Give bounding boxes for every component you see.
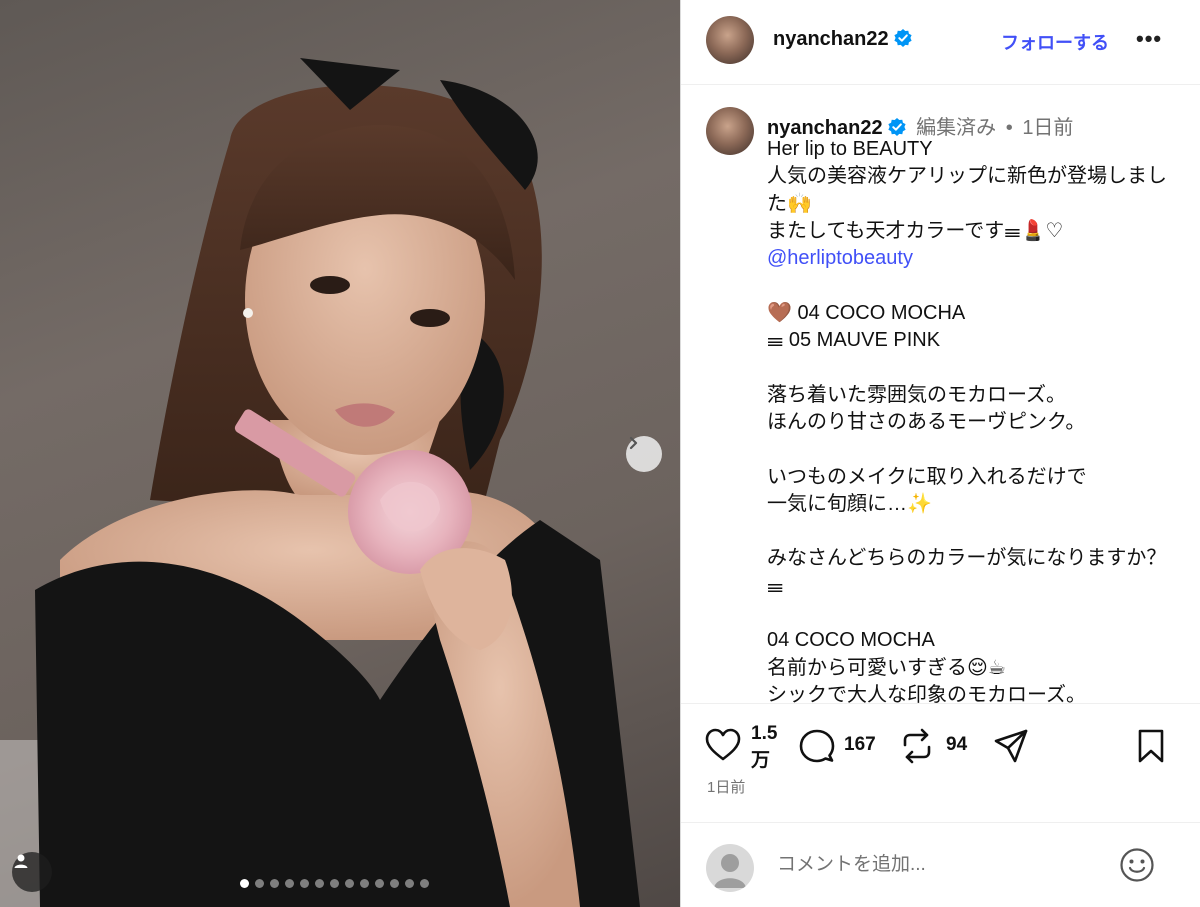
comment-composer xyxy=(681,823,1200,907)
carousel-dot xyxy=(285,879,294,888)
likes-count-unit: 万 xyxy=(751,750,771,771)
caption-line: 𝍢 xyxy=(767,574,784,597)
reposts-count[interactable]: 94 xyxy=(946,734,967,756)
carousel-dot xyxy=(240,879,249,888)
carousel-dot xyxy=(315,879,324,888)
current-user-avatar xyxy=(706,844,754,892)
caption-line: シックで大人な印象のモカローズ。 xyxy=(767,683,1086,704)
comment-input[interactable] xyxy=(775,853,1099,877)
default-avatar-icon xyxy=(714,854,746,888)
caption-line xyxy=(767,436,1187,463)
caption-line: 落ち着いた雰囲気のモカローズ。 xyxy=(767,383,1066,406)
caption-line xyxy=(767,354,1187,381)
caption-line: またしても天才カラーです𝍢💄♡ xyxy=(767,219,1064,242)
caption-line xyxy=(767,600,1187,627)
author-avatar[interactable] xyxy=(706,16,754,64)
comment-icon[interactable] xyxy=(799,729,835,763)
caption-line: た🙌 xyxy=(767,192,812,215)
verified-badge-icon xyxy=(894,29,912,47)
heart-icon[interactable] xyxy=(705,728,741,762)
carousel-dot xyxy=(405,879,414,888)
caption-scroll-area[interactable]: nyanchan22 編集済み • 1日前 Her lip to BEAUTY … xyxy=(681,85,1200,704)
comments-count[interactable]: 167 xyxy=(844,734,876,756)
emoji-picker-icon[interactable] xyxy=(1119,847,1155,883)
caption-line: ほんのり甘さのあるモーヴピンク。 xyxy=(767,410,1086,433)
caption-mention-link[interactable]: @herliptobeauty xyxy=(767,245,1187,272)
carousel-dot xyxy=(360,879,369,888)
author-username-text[interactable]: nyanchan22 xyxy=(773,28,889,50)
carousel-dot xyxy=(270,879,279,888)
post-actions: 1.5 万 167 94 1日前 xyxy=(681,704,1200,823)
caption-line xyxy=(767,518,1187,545)
repost-icon[interactable] xyxy=(901,728,933,764)
carousel-dot xyxy=(255,879,264,888)
follow-button[interactable]: フォローする xyxy=(1001,29,1109,55)
carousel-dot xyxy=(420,879,429,888)
caption-text: Her lip to BEAUTY 人気の美容液ケアリップに新色が登場しまし た… xyxy=(767,136,1187,704)
carousel-dot xyxy=(330,879,339,888)
post-photo[interactable] xyxy=(0,0,680,907)
carousel-dot xyxy=(375,879,384,888)
more-options-icon[interactable]: ••• xyxy=(1136,26,1162,52)
bookmark-icon[interactable] xyxy=(1136,728,1166,764)
caption-line: 人気の美容液ケアリップに新色が登場しまし xyxy=(767,165,1167,188)
post-photo-illustration xyxy=(0,58,640,907)
caption-line: 🤎 04 COCO MOCHA xyxy=(767,301,966,324)
next-image-button[interactable] xyxy=(626,436,662,472)
carousel-dot xyxy=(300,879,309,888)
post-time[interactable]: 1日前 xyxy=(707,776,745,797)
caption-line: いつものメイクに取り入れるだけで xyxy=(767,465,1087,488)
caption-line: 一気に旬顔に…✨ xyxy=(767,492,932,515)
author-username[interactable]: nyanchan22 xyxy=(773,28,913,51)
post-side-panel: nyanchan22 フォローする ••• nyanchan22 編集済み • … xyxy=(680,0,1200,907)
caption-line: Her lip to BEAUTY xyxy=(767,138,933,160)
share-icon[interactable] xyxy=(993,728,1029,764)
chevron-right-icon xyxy=(629,436,638,450)
person-icon xyxy=(14,854,28,868)
caption-line: 名前から可愛いすぎる😌☕ xyxy=(767,656,1006,679)
post-header: nyanchan22 フォローする ••• xyxy=(681,0,1200,85)
tagged-users-button[interactable] xyxy=(12,852,52,892)
likes-count[interactable]: 1.5 万 xyxy=(751,720,785,774)
caption-line xyxy=(767,272,1187,299)
verified-badge-icon xyxy=(888,118,906,136)
likes-count-number: 1.5 xyxy=(751,723,778,744)
caption-line: 𝍢 05 MAUVE PINK xyxy=(767,329,941,352)
carousel-dot xyxy=(345,879,354,888)
caption-line: みなさんどちらのカラーが気になりますか？ xyxy=(767,547,1167,570)
caption-line: 04 COCO MOCHA xyxy=(767,629,935,652)
carousel-dot xyxy=(390,879,399,888)
carousel-indicator xyxy=(240,879,429,888)
caption-author-avatar[interactable] xyxy=(706,107,754,155)
